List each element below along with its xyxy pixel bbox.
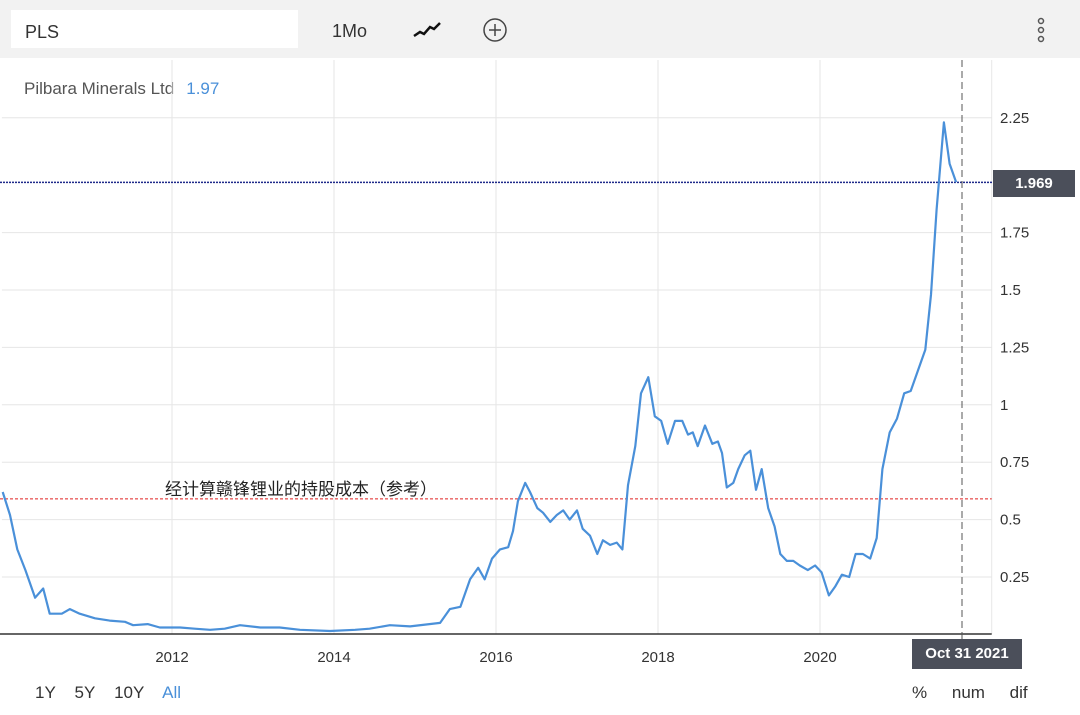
y-tick-label: 0.25	[1000, 569, 1029, 586]
x-tick-label: 2018	[641, 649, 674, 666]
current-price-badge: 1.969	[993, 170, 1075, 197]
last-value: 1.97	[186, 79, 220, 98]
y-tick-label: 0.75	[1000, 454, 1029, 471]
symbol-input[interactable]: PLS	[11, 10, 298, 48]
range-5y[interactable]: 5Y	[75, 683, 96, 702]
y-tick-label: 1.25	[1000, 339, 1029, 356]
mode-num[interactable]: num	[952, 683, 985, 702]
y-tick-label: 1.75	[1000, 225, 1029, 242]
chart-area[interactable]: 0.25 0.5 0.75 1 1.25 1.5 1.75 2.25 2012 2014 2016 2…	[0, 0, 1080, 715]
company-name: Pilbara Minerals Ltd	[24, 79, 175, 98]
range-selector: 1Y 5Y 10Y All	[35, 683, 195, 703]
mode-dif[interactable]: dif	[1010, 683, 1028, 702]
x-tick-label: 2020	[803, 649, 836, 666]
toolbar: PLS 1Mo	[0, 0, 1080, 58]
range-10y[interactable]: 10Y	[114, 683, 144, 702]
range-all[interactable]: All	[162, 683, 181, 702]
reference-annotation: 经计算赣锋锂业的持股成本（参考）	[165, 480, 437, 500]
vertical-dots-icon[interactable]	[1034, 16, 1048, 44]
range-1y[interactable]: 1Y	[35, 683, 56, 702]
y-tick-label: 1	[1000, 397, 1008, 414]
x-tick-label: 2012	[155, 649, 188, 666]
y-tick-label: 0.5	[1000, 512, 1021, 529]
price-series-line	[1, 121, 958, 633]
mode-percent[interactable]: %	[912, 683, 927, 702]
y-tick-label: 2.25	[1000, 110, 1029, 127]
x-tick-label: 2014	[317, 649, 350, 666]
x-tick-label: 2016	[479, 649, 512, 666]
cursor-date-badge: Oct 31 2021	[912, 639, 1022, 669]
frequency-button[interactable]: 1Mo	[332, 21, 367, 42]
chart-title: Pilbara Minerals Ltd 1.97	[24, 79, 219, 99]
line-chart-icon[interactable]	[412, 20, 442, 40]
plus-circle-icon[interactable]	[482, 17, 508, 43]
y-tick-label: 1.5	[1000, 282, 1021, 299]
mode-selector: % num dif	[912, 683, 1048, 703]
